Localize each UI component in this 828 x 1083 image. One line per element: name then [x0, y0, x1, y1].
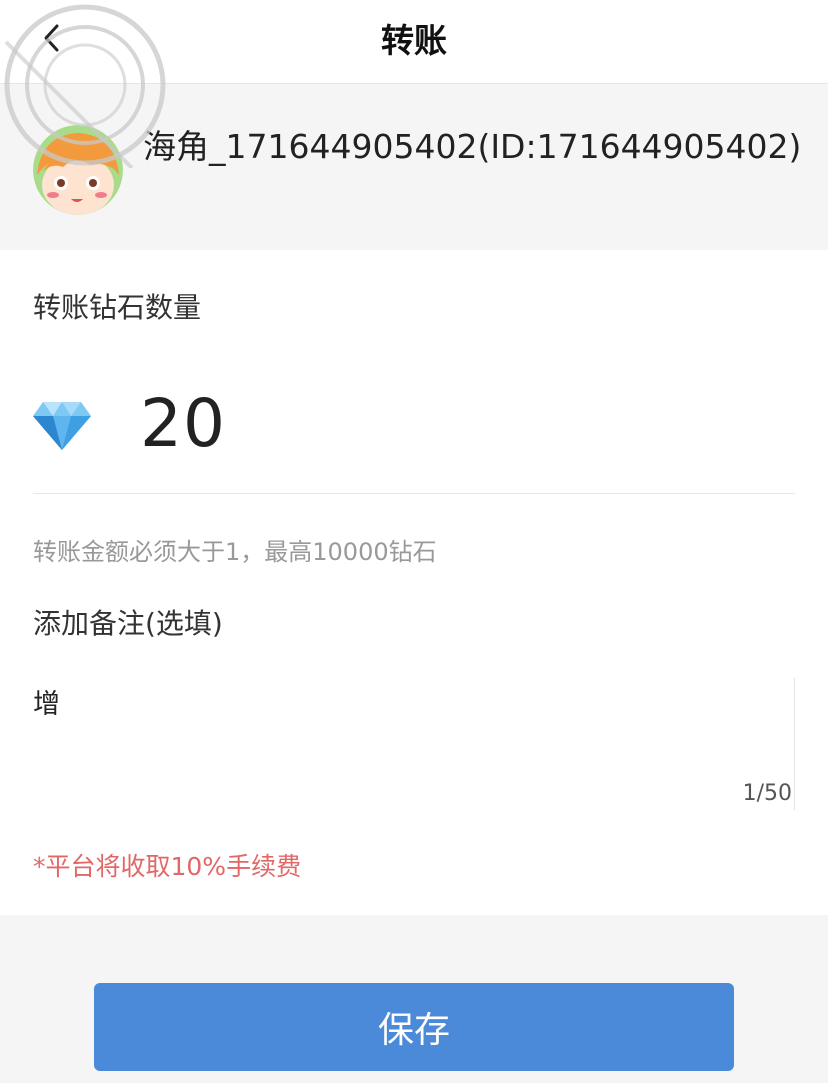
amount-hint: 转账金额必须大于1，最高10000钻石: [33, 538, 437, 566]
save-button[interactable]: 保存: [94, 983, 734, 1071]
char-counter: 1/50: [742, 781, 792, 806]
transfer-form: 转账钻石数量 20 转账金额必须大于1，最高10000钻石 添加备注(选填) 增…: [0, 250, 828, 915]
amount-input[interactable]: 20: [140, 385, 226, 462]
nav-bar: 转账: [0, 0, 828, 84]
amount-label: 转账钻石数量: [33, 291, 202, 324]
avatar: [33, 125, 123, 215]
fee-notice: *平台将收取10%手续费: [33, 852, 302, 881]
note-label: 添加备注(选填): [33, 607, 223, 640]
recipient-card: 海角_171644905402(ID:171644905402): [0, 85, 828, 250]
recipient-name: 海角_171644905402(ID:171644905402): [143, 127, 802, 166]
note-text: 增: [33, 689, 60, 720]
amount-row[interactable]: 20: [33, 380, 795, 494]
diamond-icon: [33, 402, 91, 450]
page-title: 转账: [381, 21, 447, 60]
note-textarea[interactable]: 增 1/50: [33, 678, 795, 810]
